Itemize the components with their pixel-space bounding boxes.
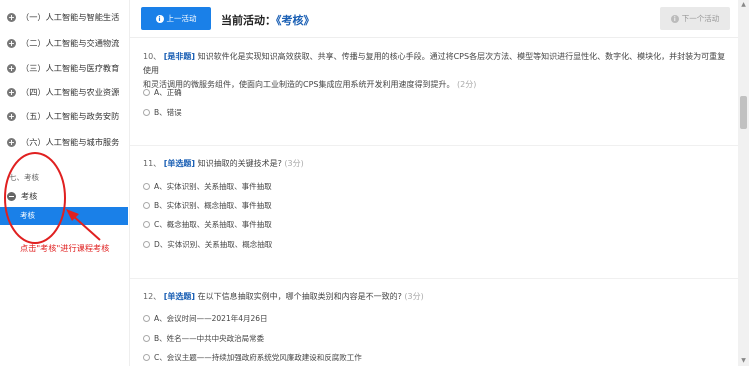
- radio-button[interactable]: [143, 354, 150, 361]
- section-title: 七、考核: [9, 173, 39, 182]
- question-type: [是非题]: [163, 52, 196, 61]
- app-root: + （一）人工智能与智能生活 + （二）人工智能与交通物流 + （三）人工智能与…: [0, 0, 749, 366]
- collapse-minus-icon[interactable]: [7, 191, 16, 201]
- question-text-line1: 知识抽取的关键技术是?: [197, 159, 282, 168]
- scroll-down-arrow-icon[interactable]: ▼: [740, 357, 747, 364]
- main-content: i 上一活动 当前活动：《考核》 i 下一个活动 10、 [是非题] 知识软件化…: [130, 0, 738, 366]
- question-11-option-d[interactable]: D、实体识别、关系抽取、概念抽取: [143, 239, 272, 250]
- current-activity-name: 《考核》: [276, 14, 315, 27]
- scrollbar-thumb[interactable]: [740, 96, 747, 129]
- option-label: A、会议时间——2021年4月26日: [154, 314, 268, 323]
- question-number: 12、: [143, 292, 162, 301]
- option-label: B、错误: [154, 108, 182, 117]
- radio-button[interactable]: [143, 221, 150, 228]
- radio-button[interactable]: [143, 89, 150, 96]
- option-label: B、实体识别、概念抽取、事件抽取: [154, 201, 272, 210]
- next-activity-label: 下一个活动: [681, 14, 720, 23]
- vertical-scrollbar[interactable]: ▲ ▼: [738, 0, 749, 366]
- radio-button[interactable]: [143, 335, 150, 342]
- expand-plus-icon[interactable]: +: [7, 38, 16, 48]
- sidebar-item-label: （三）人工智能与医疗教育: [21, 63, 120, 73]
- question-11-option-b[interactable]: B、实体识别、概念抽取、事件抽取: [143, 200, 272, 211]
- annotation-text: 点击"考核"进行课程考核: [20, 243, 110, 253]
- question-11-text: 11、 [单选题] 知识抽取的关键技术是? (3分): [143, 157, 304, 171]
- sidebar-item-2[interactable]: + （二）人工智能与交通物流: [0, 31, 130, 55]
- question-text-line1: 在以下信息抽取实例中，哪个抽取类别和内容是不一致的?: [197, 292, 402, 301]
- divider: [130, 145, 738, 146]
- expand-plus-icon[interactable]: +: [7, 12, 16, 22]
- divider: [130, 278, 738, 279]
- sidebar-item-label: （二）人工智能与交通物流: [21, 38, 120, 48]
- scroll-up-arrow-icon[interactable]: ▲: [740, 1, 747, 8]
- question-10-option-a[interactable]: A、正确: [143, 87, 182, 98]
- question-text-line2: 和灵活调用的微服务组件，使面向工业制造的CPS集成应用系统开发利用速度得到提升。: [143, 80, 455, 89]
- radio-button[interactable]: [143, 109, 150, 116]
- course-sidebar: + （一）人工智能与智能生活 + （二）人工智能与交通物流 + （三）人工智能与…: [0, 0, 130, 366]
- info-icon: i: [670, 14, 679, 23]
- option-label: A、实体识别、关系抽取、事件抽取: [154, 182, 272, 191]
- sidebar-subitem-exam-active[interactable]: 考核: [0, 207, 128, 225]
- sidebar-item-label: （一）人工智能与智能生活: [21, 12, 120, 22]
- sidebar-group-exam[interactable]: 考核: [0, 184, 130, 208]
- option-label: C、会议主题——持续加强政府系统党风廉政建设和反腐败工作: [154, 353, 362, 362]
- question-12-option-c[interactable]: C、会议主题——持续加强政府系统党风廉政建设和反腐败工作: [143, 352, 362, 363]
- expand-plus-icon[interactable]: +: [7, 63, 16, 73]
- radio-button[interactable]: [143, 315, 150, 322]
- option-label: B、姓名——中共中央政治局常委: [154, 334, 265, 343]
- question-type: [单选题]: [163, 292, 196, 301]
- expand-plus-icon[interactable]: +: [7, 137, 16, 147]
- question-12-option-a[interactable]: A、会议时间——2021年4月26日: [143, 313, 268, 324]
- question-score: (2分): [457, 80, 477, 89]
- sidebar-group-label: 考核: [21, 191, 38, 201]
- question-10-text: 10、 [是非题] 知识软件化是实现知识高效获取、共享、传播与复用的核心手段。通…: [143, 50, 733, 92]
- sidebar-item-6[interactable]: + （六）人工智能与城市服务: [0, 130, 130, 154]
- question-12-text: 12、 [单选题] 在以下信息抽取实例中，哪个抽取类别和内容是不一致的? (3分…: [143, 290, 424, 304]
- info-icon: i: [155, 14, 164, 23]
- question-type: [单选题]: [163, 159, 196, 168]
- sidebar-item-label: （六）人工智能与城市服务: [21, 137, 120, 147]
- sidebar-item-label: （四）人工智能与农业资源: [21, 87, 120, 97]
- current-activity: 当前活动：《考核》: [221, 12, 315, 28]
- sidebar-item-label: （五）人工智能与政务安防: [21, 111, 120, 121]
- prev-activity-label: 上一活动: [166, 14, 197, 23]
- activity-topbar: i 上一活动 当前活动：《考核》 i 下一个活动: [130, 0, 738, 38]
- question-11-option-a[interactable]: A、实体识别、关系抽取、事件抽取: [143, 181, 272, 192]
- sidebar-item-3[interactable]: + （三）人工智能与医疗教育: [0, 56, 130, 80]
- sidebar-item-1[interactable]: + （一）人工智能与智能生活: [0, 5, 130, 29]
- radio-button[interactable]: [143, 241, 150, 248]
- question-11-option-c[interactable]: C、概念抽取、关系抽取、事件抽取: [143, 219, 272, 230]
- expand-plus-icon[interactable]: +: [7, 87, 16, 97]
- current-activity-prefix: 当前活动：: [221, 14, 276, 27]
- option-label: A、正确: [154, 88, 182, 97]
- radio-button[interactable]: [143, 183, 150, 190]
- option-label: C、概念抽取、关系抽取、事件抽取: [154, 220, 272, 229]
- sidebar-item-5[interactable]: + （五）人工智能与政务安防: [0, 104, 130, 128]
- question-score: (3分): [284, 159, 304, 168]
- radio-button[interactable]: [143, 202, 150, 209]
- next-activity-button[interactable]: i 下一个活动: [660, 7, 730, 30]
- sidebar-item-4[interactable]: + （四）人工智能与农业资源: [0, 80, 130, 104]
- prev-activity-button[interactable]: i 上一活动: [141, 7, 211, 30]
- question-12-option-b[interactable]: B、姓名——中共中央政治局常委: [143, 333, 264, 344]
- question-number: 11、: [143, 159, 162, 168]
- question-10-option-b[interactable]: B、错误: [143, 107, 182, 118]
- question-score: (3分): [404, 292, 424, 301]
- option-label: D、实体识别、关系抽取、概念抽取: [154, 240, 273, 249]
- question-number: 10、: [143, 52, 162, 61]
- question-text-line1: 知识软件化是实现知识高效获取、共享、传播与复用的核心手段。通过将CPS各层次方法…: [143, 52, 726, 75]
- expand-plus-icon[interactable]: +: [7, 111, 16, 121]
